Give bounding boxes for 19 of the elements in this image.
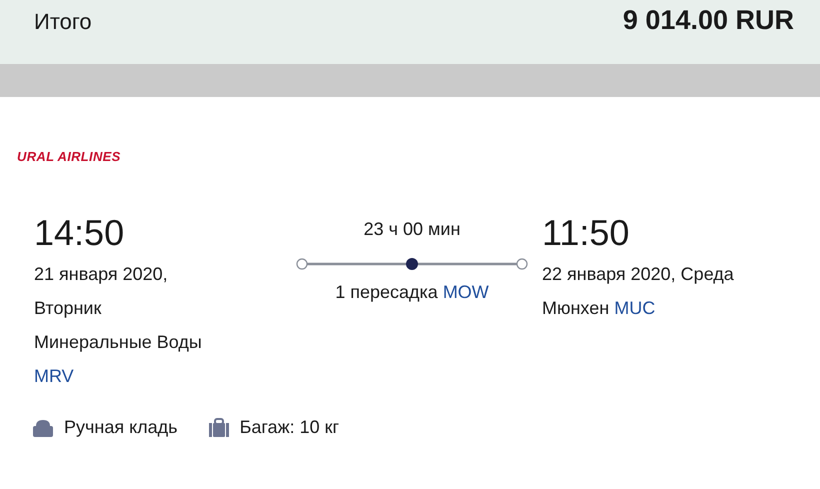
- baggage-text: Багаж: 10 кг: [240, 417, 340, 438]
- time-text: 14:50: [34, 213, 126, 253]
- date-text: 21 января 2020,: [34, 263, 169, 286]
- city-text: Мюнхен: [542, 298, 610, 318]
- suitcase-icon: [208, 418, 230, 438]
- airport-code: MUC: [614, 298, 656, 318]
- duration-text: 23 ч 00 мин: [364, 219, 460, 239]
- date-text: 22 января 2020, Среда: [542, 263, 735, 286]
- city-text: Минеральные Воды: [34, 331, 203, 354]
- time-text: 11:50: [542, 213, 630, 253]
- bag-icon: [32, 418, 54, 438]
- transfer-text: 1 пересадка: [335, 282, 438, 302]
- date-text: Вторник: [34, 297, 102, 320]
- baggage-text: Ручная кладь: [64, 417, 178, 438]
- airport-code: MOW: [442, 282, 489, 302]
- airport-code: MRV: [34, 365, 75, 388]
- airline-logo: URAL AIRLINES: [17, 149, 122, 166]
- total-price: 9 014.00 RUR: [622, 5, 794, 36]
- total-label: Итого: [34, 9, 92, 35]
